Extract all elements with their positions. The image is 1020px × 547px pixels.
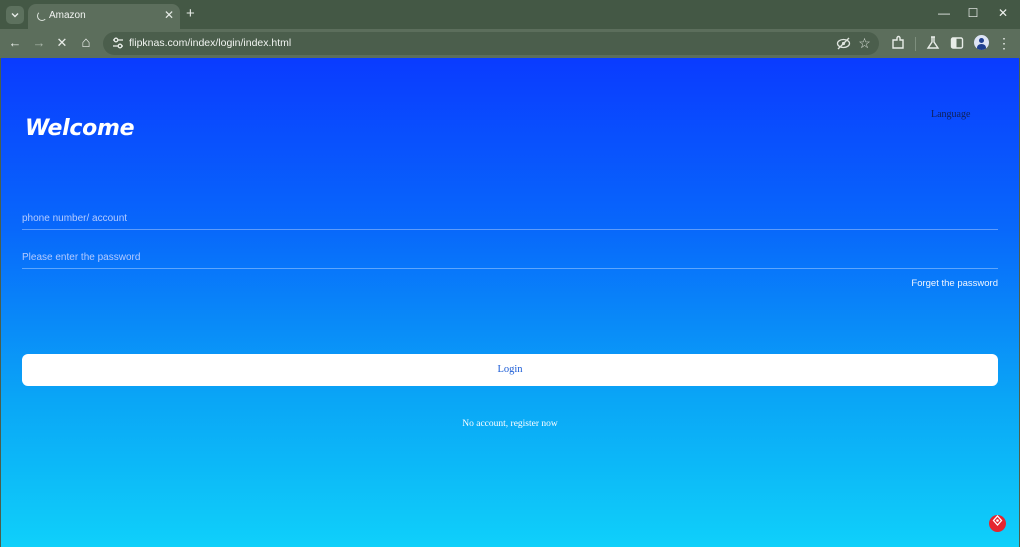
minimize-button[interactable]: — xyxy=(932,4,956,22)
url-text[interactable]: flipknas.com/index/login/index.html xyxy=(129,37,291,49)
labs-icon[interactable] xyxy=(924,34,942,52)
stop-icon[interactable]: ✕ xyxy=(53,34,71,52)
profile-icon[interactable] xyxy=(974,35,989,50)
extensions-icon[interactable] xyxy=(889,34,907,52)
floating-helper-icon[interactable] xyxy=(989,515,1006,532)
language-selector[interactable]: Language xyxy=(931,109,970,120)
back-icon[interactable]: ← xyxy=(6,34,24,52)
maximize-button[interactable]: ☐ xyxy=(961,4,985,22)
tab-close-icon[interactable]: ✕ xyxy=(164,8,174,22)
star-icon[interactable]: ☆ xyxy=(856,35,873,52)
account-input[interactable] xyxy=(22,200,998,229)
register-link[interactable]: No account, register now xyxy=(1,419,1019,429)
tab-search-icon[interactable] xyxy=(6,6,24,24)
address-bar[interactable]: flipknas.com/index/login/index.html ☆ xyxy=(103,32,879,55)
side-panel-icon[interactable] xyxy=(948,34,966,52)
login-button[interactable]: Login xyxy=(22,354,998,386)
home-icon[interactable]: ⌂ xyxy=(77,34,95,52)
account-field xyxy=(22,200,998,230)
browser-toolbar: ← → ✕ ⌂ flipknas.com/index/login/index.h… xyxy=(0,29,1020,58)
password-input[interactable] xyxy=(22,239,998,268)
page-viewport: Welcome Language Forget the password Log… xyxy=(1,58,1019,547)
eye-off-icon[interactable] xyxy=(835,35,852,52)
loading-spinner-icon xyxy=(37,11,47,21)
site-info-icon[interactable] xyxy=(110,35,126,51)
forward-icon[interactable]: → xyxy=(30,34,48,52)
close-window-button[interactable]: ✕ xyxy=(991,4,1015,22)
toolbar-divider xyxy=(915,37,916,51)
browser-tab-active[interactable]: Amazon ✕ xyxy=(28,4,180,29)
welcome-heading: Welcome xyxy=(25,116,135,141)
new-tab-button[interactable]: + xyxy=(186,6,195,22)
menu-icon[interactable]: ⋮ xyxy=(995,34,1013,52)
browser-tab-strip: Amazon ✕ + — ☐ ✕ xyxy=(0,0,1020,29)
tab-title: Amazon xyxy=(49,10,86,21)
forget-password-link[interactable]: Forget the password xyxy=(861,278,998,289)
password-field xyxy=(22,239,998,269)
